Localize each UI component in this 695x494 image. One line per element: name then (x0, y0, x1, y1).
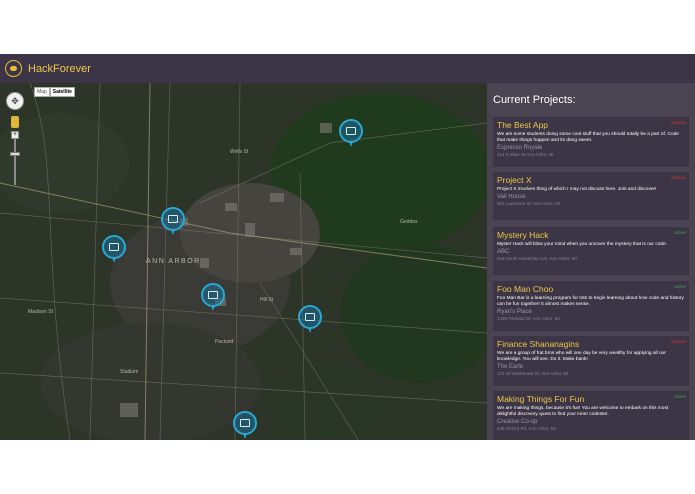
project-card[interactable]: Project X inactive Project X involves th… (493, 172, 689, 220)
map-label-street: Madison St (28, 309, 54, 315)
status-badge: active (674, 394, 686, 399)
project-description: Myster Hack will blow your mind when you… (497, 242, 668, 247)
map-marker[interactable] (161, 207, 185, 235)
project-description: Foo Man Bar is a learning program for to… (497, 296, 684, 307)
zoom-slider-thumb[interactable] (10, 152, 20, 156)
project-address: 618 South University Ave. Ann Arbor, MI (497, 256, 577, 261)
satellite-map[interactable]: ANN ARBOR Madison St Wells St Hill St Pa… (0, 83, 487, 440)
map-type-toggle: Map Satellite (34, 87, 75, 97)
project-venue: Espresso Royale (497, 145, 543, 151)
project-name[interactable]: Finance Shananagins (497, 339, 686, 349)
street-view-pegman-icon[interactable] (11, 116, 19, 128)
project-card[interactable]: Finance Shananagins inactive We are a gr… (493, 336, 689, 386)
map-type-satellite-button[interactable]: Satellite (49, 87, 75, 97)
map-marker[interactable] (233, 411, 257, 439)
project-card[interactable]: The Best App inactive We are some studen… (493, 117, 689, 167)
app-title[interactable]: HackForever (28, 63, 91, 75)
status-badge: active (674, 284, 686, 289)
status-badge: inactive (670, 175, 686, 180)
map-imagery: ANN ARBOR Madison St Wells St Hill St Pa… (0, 83, 487, 440)
map-marker[interactable] (339, 119, 363, 147)
top-navbar: HackForever (0, 54, 695, 83)
map-label-street: Wells St (230, 149, 249, 155)
project-venue: Vail House (497, 194, 526, 200)
marker-icon (339, 119, 363, 143)
project-description: We are a group of frat bros who will one… (497, 351, 666, 362)
panel-title: Current Projects: (493, 94, 576, 106)
map-label-street: Stadium (120, 369, 138, 375)
zoom-control[interactable]: + (10, 131, 20, 185)
marker-icon (298, 305, 322, 329)
project-address: 635 Oxford Rd. Ann Arbor, MI (497, 426, 556, 431)
map-type-map-button[interactable]: Map (34, 87, 50, 97)
project-name[interactable]: Project X (497, 175, 686, 185)
map-marker[interactable] (298, 305, 322, 333)
marker-icon (201, 283, 225, 307)
project-description: We are making things, because it's fun! … (497, 406, 669, 417)
status-badge: active (674, 230, 686, 235)
map-label-street: Hill St (260, 297, 274, 303)
project-address: 602 Lawrence St. Ann Arbor, MI (497, 201, 561, 206)
project-name[interactable]: Foo Man Choo (497, 284, 686, 294)
app-window: HackForever ANN ARBOR Madison St Wells S… (0, 54, 695, 440)
pan-control[interactable]: ✥ (6, 92, 24, 110)
chat-bubble-logo-icon[interactable] (5, 60, 22, 77)
status-badge: inactive (670, 339, 686, 344)
marker-icon (161, 207, 185, 231)
project-card[interactable]: Mystery Hack active Myster Hack will blo… (493, 227, 689, 275)
project-address: 121 W Washenaw St. Ann Arbor, MI (497, 371, 569, 376)
zoom-slider-track[interactable] (14, 139, 16, 185)
project-name[interactable]: Mystery Hack (497, 230, 686, 240)
projects-sidebar: Current Projects: The Best App inactive … (487, 83, 695, 440)
project-address: 1435 Packard St. Ann Arbor, MI (497, 316, 560, 321)
map-label-street: Packard (215, 339, 234, 345)
map-marker[interactable] (201, 283, 225, 311)
marker-icon (102, 235, 126, 259)
map-label-street: Geddes (400, 219, 418, 225)
project-venue: Creative Co-op (497, 419, 538, 425)
map-marker[interactable] (102, 235, 126, 263)
marker-icon (233, 411, 257, 435)
project-venue: Ryan's Place (497, 309, 532, 315)
project-description: We are some students doing some cool stu… (497, 132, 679, 143)
project-name[interactable]: The Best App (497, 120, 686, 130)
project-description: Project X involves thing of which I may … (497, 187, 657, 192)
zoom-in-button[interactable]: + (11, 131, 19, 139)
project-card[interactable]: Foo Man Choo active Foo Man Bar is a lea… (493, 281, 689, 331)
project-name[interactable]: Making Things For Fun (497, 394, 686, 404)
map-label-city: ANN ARBOR (146, 258, 201, 265)
project-venue: The Earle (497, 364, 524, 370)
project-address: 214 S Main St Ann Arbor, MI (497, 152, 554, 157)
status-badge: inactive (670, 120, 686, 125)
project-venue: ABC (497, 249, 510, 255)
logo-center-icon (10, 66, 17, 71)
project-card[interactable]: Making Things For Fun active We are maki… (493, 391, 689, 440)
